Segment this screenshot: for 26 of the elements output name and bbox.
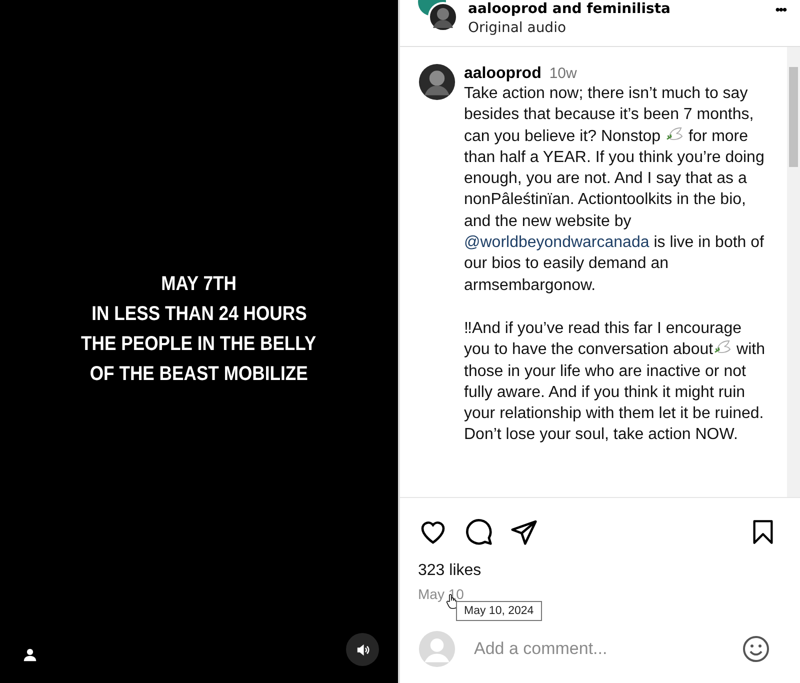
dove-icon xyxy=(665,126,684,143)
username-link[interactable]: aalooprod xyxy=(464,65,542,83)
mention-link[interactable]: @worldbeyondwarcanada xyxy=(464,234,650,252)
date-tooltip: May 10, 2024 xyxy=(456,601,542,621)
volume-button[interactable] xyxy=(346,633,379,666)
avatar[interactable] xyxy=(418,63,456,101)
video-caption-line: MAY 7TH xyxy=(161,272,237,297)
video-caption-line: THE PEOPLE IN THE BELLY xyxy=(81,332,317,357)
user-icon[interactable] xyxy=(23,647,37,663)
post-age: 10w xyxy=(549,65,577,82)
emoji-icon[interactable] xyxy=(742,635,770,663)
comment-input[interactable]: Add a comment... xyxy=(472,638,726,660)
video-player[interactable]: MAY 7TH IN LESS THAN 24 HOURS THE PEOPLE IN THE BELLY OF THE BEAST MOBILIZE xyxy=(0,0,400,683)
audio-link[interactable]: Original audio xyxy=(468,18,766,38)
comment-icon[interactable] xyxy=(465,518,493,546)
video-caption-line: OF THE BEAST MOBILIZE xyxy=(90,362,308,387)
like-count[interactable]: 323 likes xyxy=(400,550,800,580)
caption-paragraph: ‼And if you’ve read this far I encourage you to have the conversation about with those in your life who are inactive or not fully aware. And if you think it might ruin your relationship with them let it be ruined. Don’t lose your soul, take action NOW. xyxy=(464,318,766,446)
caption-paragraph: Take action now; there isn’t much to say besides that because it’s been 7 months, can you believe it? Nonstop for more than half a YEAR. If you think you’re doing enough, you are not. And I say that as a nonPâleśtinïan. Actiontoolkits in the bio, and the new website by @worldbeyondwarcanada is live in both of our bios to easily demand an armsembargonow. xyxy=(464,84,766,296)
video-caption-line: IN LESS THAN 24 HOURS xyxy=(91,302,307,327)
speaker-icon xyxy=(354,642,370,658)
avatar xyxy=(418,630,456,668)
scrollbar[interactable] xyxy=(787,47,800,497)
post-authors[interactable]: aalooprod and feminilista xyxy=(468,0,766,18)
share-icon[interactable] xyxy=(510,518,538,546)
more-options-button[interactable]: ••• xyxy=(775,2,786,17)
